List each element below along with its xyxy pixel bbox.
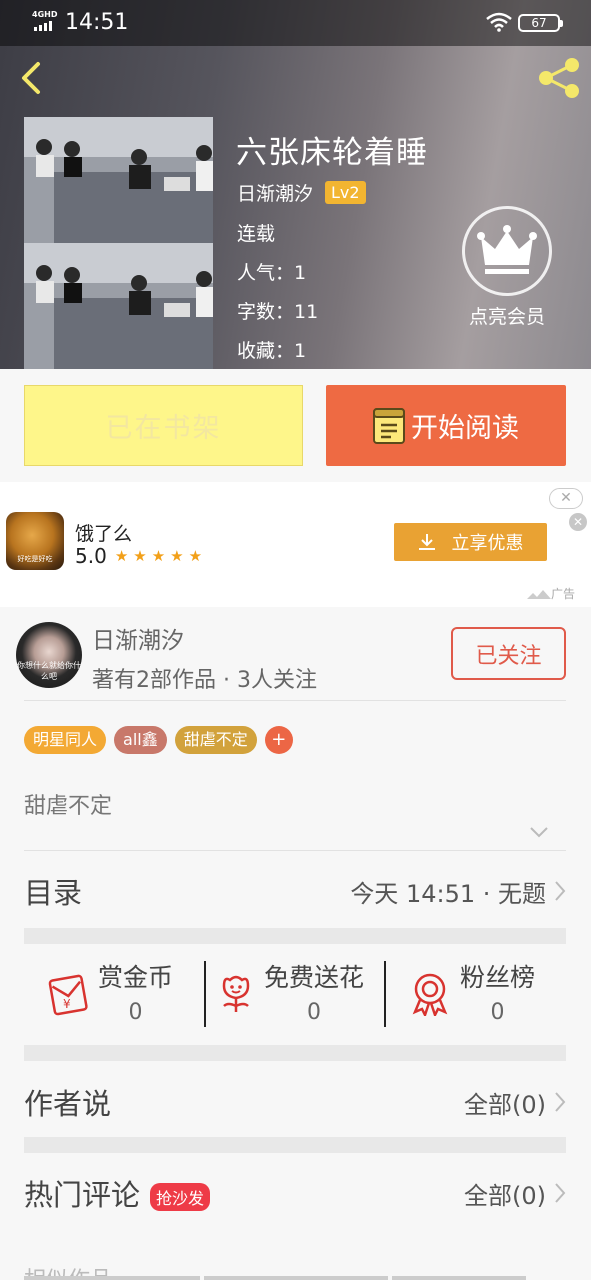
book-description: 甜虐不定 (24, 794, 113, 819)
author-says-title: 作者说 (24, 1087, 112, 1121)
hot-comments-title-wrap: 热门评论 抢沙发 (24, 1172, 211, 1214)
ad-rating-value: 5.0 (75, 544, 107, 568)
avatar-caption: 你想什么就给你什么吧 (17, 661, 81, 681)
clock: 14:51 (65, 10, 129, 35)
hot-comments-row[interactable]: 热门评论 抢沙发 全部(0) (24, 1168, 566, 1218)
chevron-right-icon (555, 1092, 566, 1112)
book-author-name[interactable]: 日渐潮汐 (237, 179, 313, 206)
book-author-line[interactable]: 日渐潮汐 Lv2 (237, 179, 366, 206)
ad-mark: 广告 (527, 585, 575, 602)
in-bookshelf-button[interactable]: 已在书架 (24, 385, 303, 466)
book-status: 连载 (237, 223, 276, 245)
divider (204, 961, 206, 1027)
divider (24, 850, 566, 851)
red-envelope-icon: ¥ (48, 974, 88, 1016)
catalog-title: 目录 (24, 876, 83, 910)
followed-button[interactable]: 已关注 (451, 627, 566, 680)
book-popularity: 人气：1 (237, 262, 307, 284)
free-flowers-count: 0 (307, 1000, 321, 1025)
download-icon (418, 534, 435, 550)
book-header: 4GHD 14:51 67 六张床轮着睡 日渐潮汐 Lv2 连载 人气：1 字数… (0, 0, 591, 369)
battery-icon: 67 (518, 14, 563, 32)
vip-membership-button[interactable]: 点亮会员 (462, 206, 552, 329)
ad-mark-label: 广告 (551, 587, 576, 601)
reward-coins-label: 赏金币 (98, 963, 174, 992)
share-icon[interactable] (534, 55, 584, 101)
chevron-right-icon (555, 1183, 566, 1203)
section-separator (24, 928, 566, 944)
chevron-right-icon (555, 881, 566, 901)
tag-chip[interactable]: 明星同人 (24, 726, 107, 754)
reward-coins[interactable]: ¥ 赏金币 0 (46, 958, 173, 1025)
book-word-count: 字数：11 (237, 301, 319, 323)
divider (24, 700, 566, 701)
tag-chip[interactable]: 甜虐不定 (174, 726, 257, 754)
author-says-all: 全部(0) (464, 1090, 546, 1119)
fan-ranking[interactable]: 粉丝榜 0 (410, 958, 535, 1025)
free-flowers-label: 免费送花 (264, 963, 365, 992)
back-arrow-icon[interactable] (12, 56, 52, 100)
author-name[interactable]: 日渐潮汐 (92, 621, 184, 655)
medal-icon (412, 973, 448, 1016)
action-buttons: 已在书架 开始阅读 (0, 369, 591, 480)
ad-app-thumbnail[interactable]: 好吃是好吃 (6, 512, 64, 570)
ad-signal-icon (527, 589, 551, 599)
free-flowers[interactable]: 免费送花 0 (218, 958, 364, 1025)
crown-icon (477, 225, 537, 274)
ad-app-name: 饿了么 (75, 523, 133, 545)
ad-banner[interactable]: ✕ ✕ 好吃是好吃 饿了么 5.0 ★★★★★ 立享优惠 广告 (0, 482, 591, 607)
similar-work-card[interactable] (204, 1276, 388, 1280)
ad-dismiss-icon[interactable]: ✕ (569, 513, 587, 531)
battery-level: 67 (531, 16, 547, 30)
author-says-row[interactable]: 作者说 全部(0) (24, 1077, 566, 1127)
fan-ranking-label: 粉丝榜 (460, 963, 536, 992)
start-reading-label: 开始阅读 (411, 413, 519, 444)
vip-label: 点亮会员 (468, 306, 545, 328)
add-tag-button[interactable]: + (264, 726, 293, 754)
author-card[interactable]: 你想什么就给你什么吧 日渐潮汐 著有2部作品 · 3人关注 已关注 (0, 608, 591, 703)
ad-rating: 5.0 ★★★★★ (75, 544, 207, 568)
catalog-row[interactable]: 目录 今天 14:51 · 无题 (24, 866, 566, 916)
network-type: 4GHD (32, 10, 58, 19)
chevron-down-icon[interactable] (530, 826, 548, 838)
ad-thumb-caption: 好吃是好吃 (17, 555, 53, 563)
ad-cta-button[interactable]: 立享优惠 (394, 523, 547, 561)
divider (384, 961, 386, 1027)
reward-coins-count: 0 (128, 1000, 143, 1025)
flower-icon (222, 975, 250, 1012)
author-stats: 著有2部作品 · 3人关注 (92, 668, 317, 693)
tag-chip[interactable]: all鑫 (114, 726, 167, 754)
avatar[interactable]: 你想什么就给你什么吧 (16, 622, 82, 688)
cover-photo-top (24, 117, 213, 243)
similar-work-card[interactable] (392, 1276, 526, 1280)
cover-photo-bottom (24, 243, 213, 369)
hot-comments-all: 全部(0) (464, 1181, 546, 1210)
author-level-badge: Lv2 (325, 181, 366, 204)
catalog-latest-chapter: 今天 14:51 · 无题 (350, 879, 546, 908)
start-reading-button[interactable]: 开始阅读 (326, 385, 566, 466)
book-cover[interactable] (24, 117, 213, 369)
book-icon (373, 407, 405, 444)
star-rating-icon: ★★★★★ (114, 547, 208, 565)
wifi-icon (486, 12, 512, 32)
section-separator (24, 1137, 566, 1153)
hot-comments-title: 热门评论 (24, 1178, 141, 1212)
status-bar: 4GHD 14:51 67 (0, 0, 591, 46)
section-separator (24, 1045, 566, 1061)
fan-ranking-count: 0 (490, 1000, 505, 1025)
svg-text:¥: ¥ (63, 997, 71, 1011)
book-title: 六张床轮着睡 (236, 135, 428, 171)
grab-sofa-badge[interactable]: 抢沙发 (150, 1183, 211, 1211)
book-favorites: 收藏：1 (237, 340, 307, 362)
cellular-signal-icon: 4GHD (32, 10, 58, 32)
tag-list: 明星同人 all鑫 甜虐不定 + (24, 726, 293, 754)
similar-work-card[interactable] (24, 1276, 200, 1280)
ad-close-icon[interactable]: ✕ (549, 488, 583, 509)
ad-cta-label: 立享优惠 (451, 533, 524, 554)
